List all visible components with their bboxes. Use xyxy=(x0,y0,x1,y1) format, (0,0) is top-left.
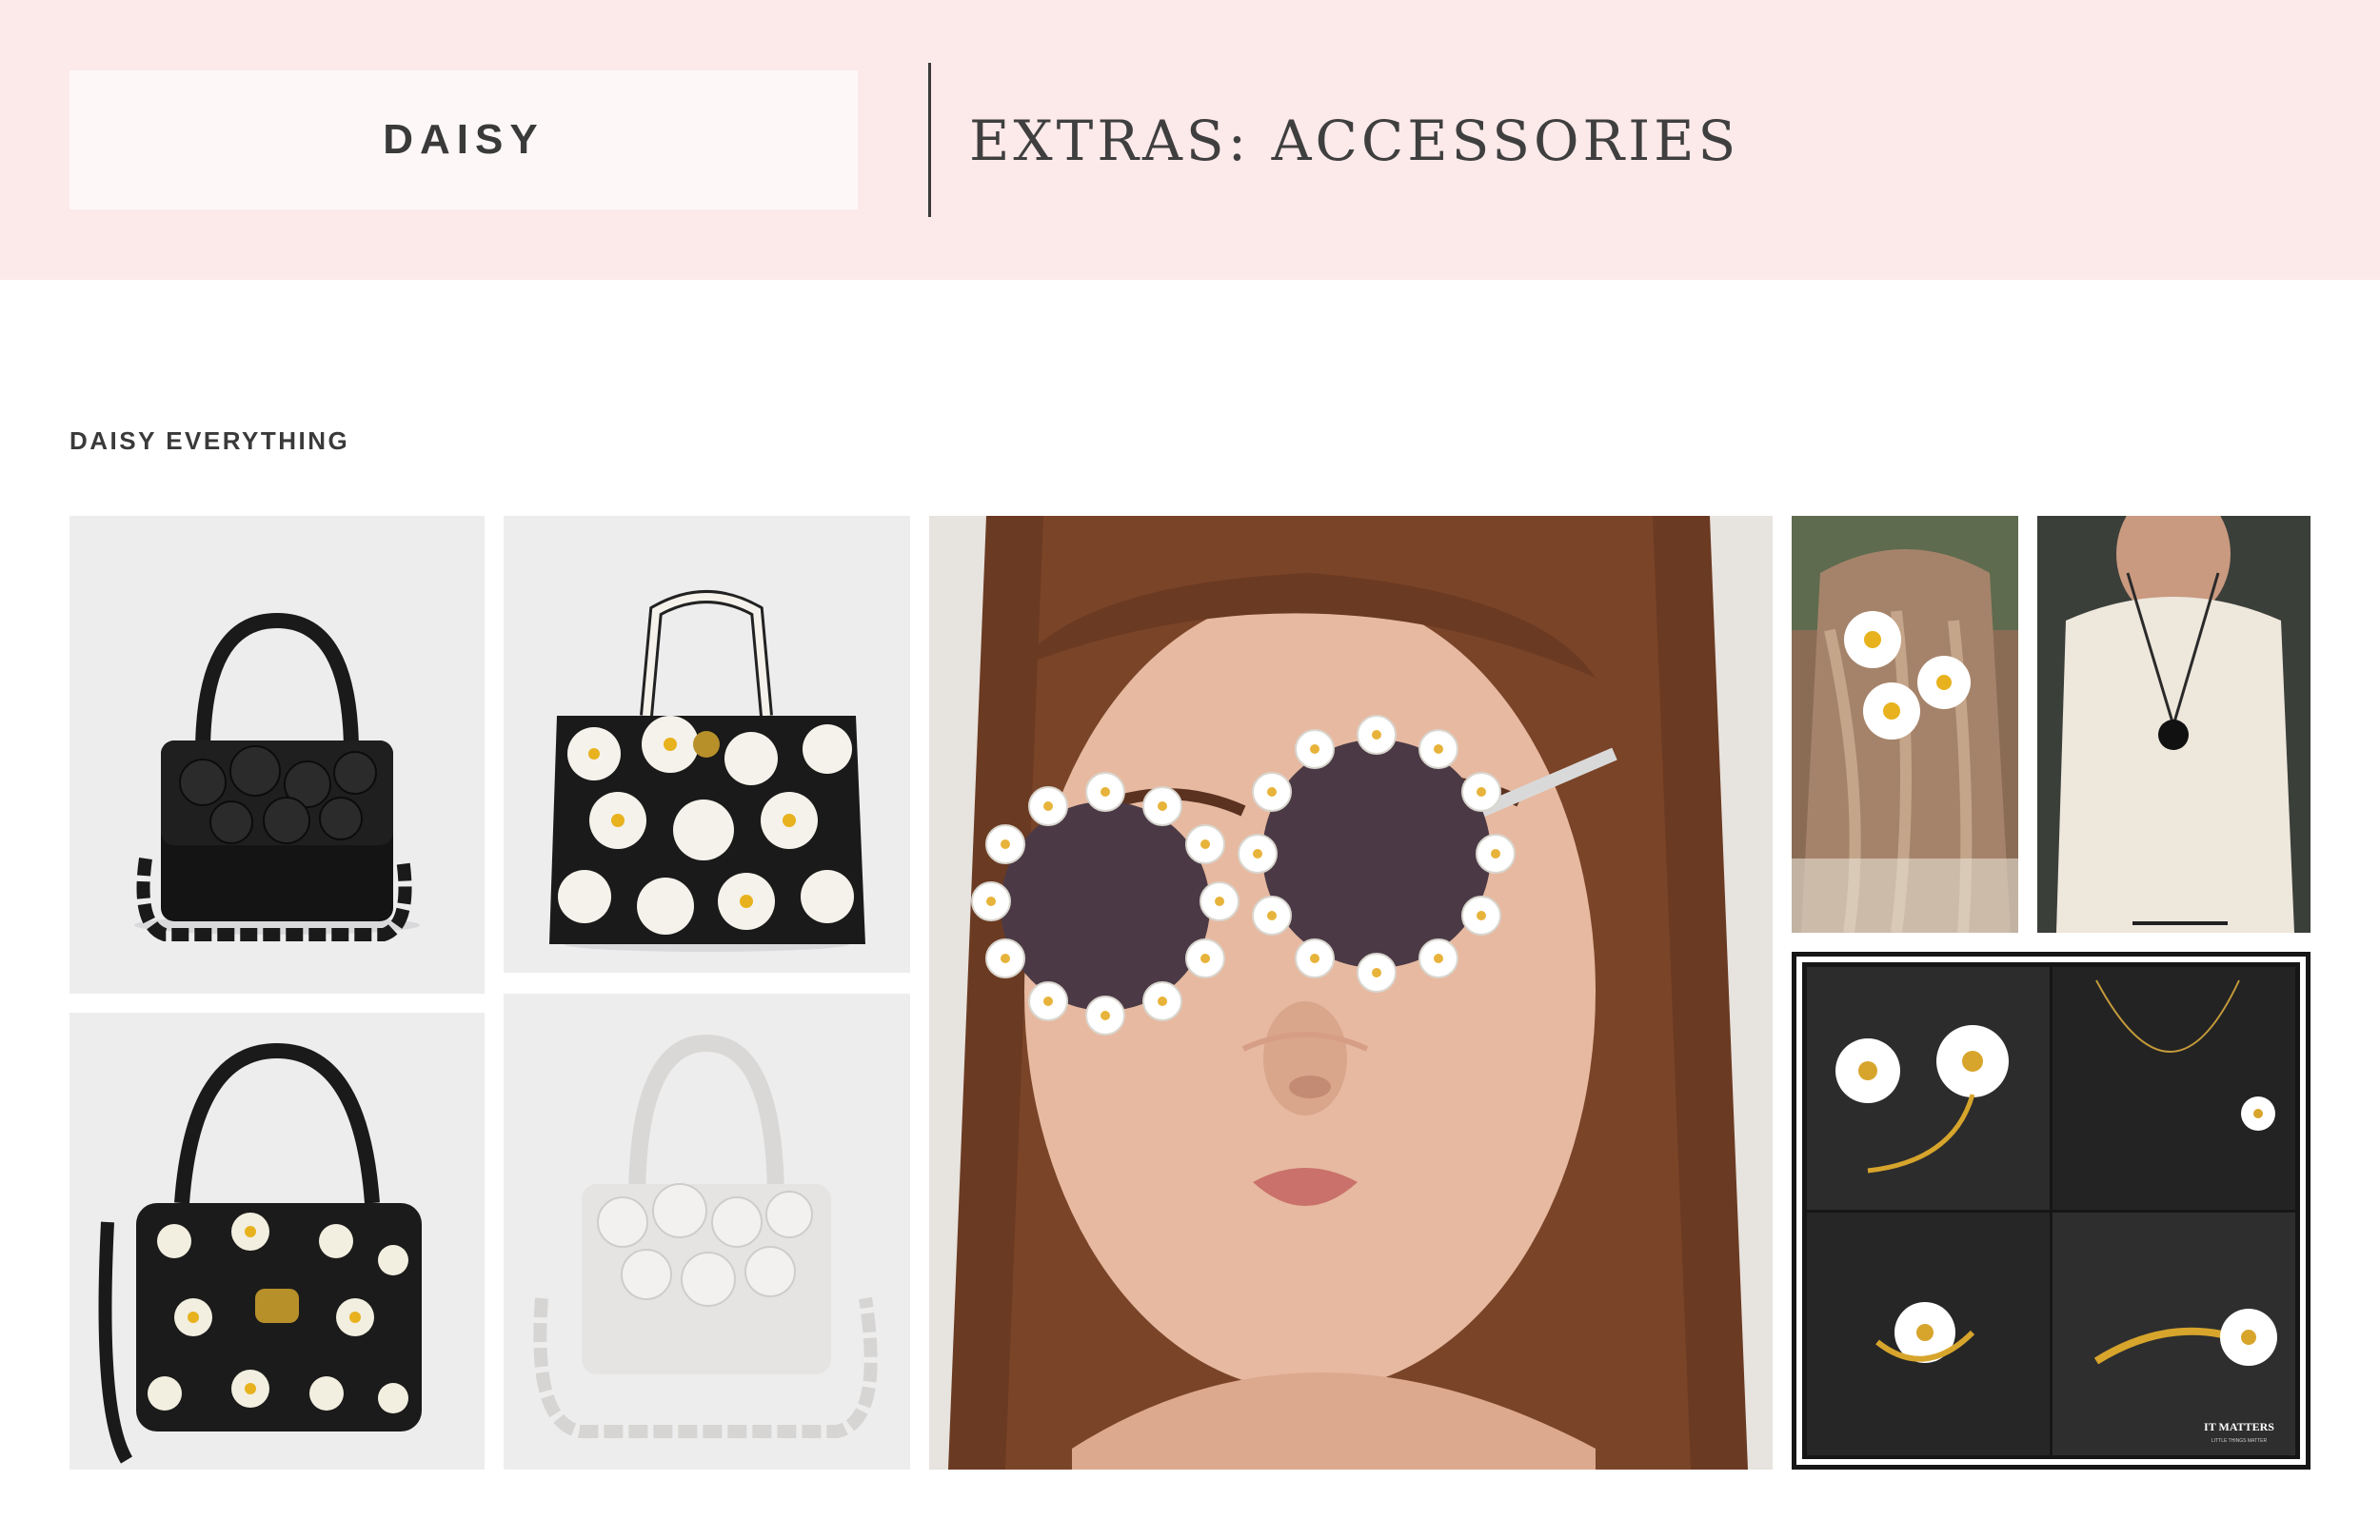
daisy-pendant-necklace-image[interactable] xyxy=(2037,516,2311,933)
brand-label: DAISY xyxy=(383,116,545,163)
jewelry-watermark-subtext: LITTLE THINGS MATTER xyxy=(2211,1438,2268,1444)
daisy-print-shoulder-bag-image[interactable] xyxy=(69,1013,485,1470)
page-header: DAISY EXTRAS: ACCESSORIES xyxy=(0,0,2380,280)
white-floral-handbag-image[interactable] xyxy=(504,994,910,1470)
header-divider xyxy=(928,63,931,217)
gallery-heading: DAISY EVERYTHING xyxy=(69,426,350,455)
daisy-sunglasses-portrait-image[interactable] xyxy=(929,516,1773,1470)
black-floral-handbag-image[interactable] xyxy=(69,516,485,994)
brand-label-box[interactable]: DAISY xyxy=(69,70,858,209)
daisy-jewelry-collage-image[interactable]: IT MATTERS LITTLE THINGS MATTER xyxy=(1792,952,2311,1470)
jewelry-watermark-text: IT MATTERS xyxy=(2204,1420,2274,1433)
daisy-hair-clips-image[interactable] xyxy=(1792,516,2018,933)
daisy-print-tote-image[interactable] xyxy=(504,516,910,973)
page-title: EXTRAS: ACCESSORIES xyxy=(969,109,1740,173)
